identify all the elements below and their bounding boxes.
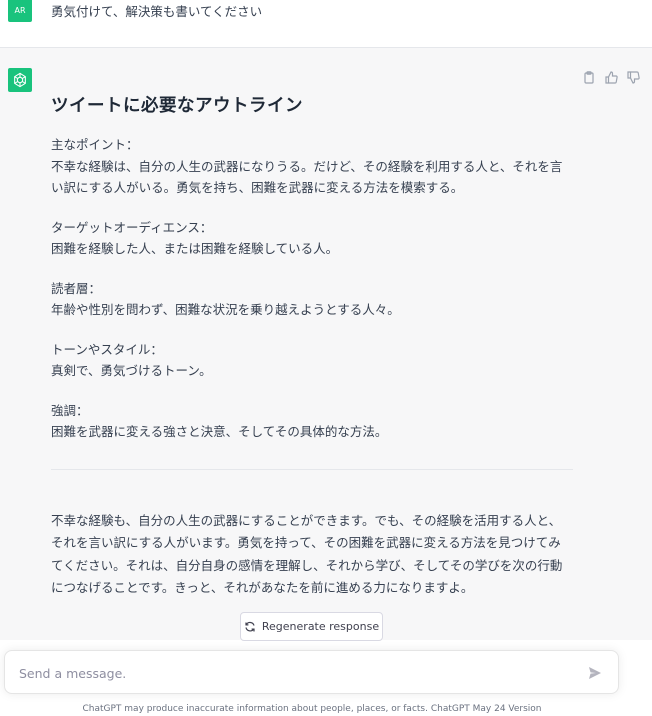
openai-logo-icon	[8, 68, 32, 92]
closing-paragraph: 不幸な経験も、自分の人生の武器にすることができます。でも、その経験を活用する人と…	[51, 512, 563, 596]
section-label: 主なポイント：	[51, 137, 139, 152]
message-composer	[4, 650, 619, 694]
section-label: トーンやスタイル：	[51, 341, 163, 357]
section-body: 困難を武器に変える強さと決意、そしてその具体的な方法。	[51, 424, 388, 439]
clipboard-icon[interactable]	[582, 70, 596, 84]
response-heading: ツイートに必要なアウトライン	[51, 96, 303, 116]
send-icon[interactable]	[586, 664, 604, 682]
section-body: 真剣で、勇気づけるトーン。	[51, 363, 212, 378]
regenerate-label: Regenerate response	[261, 620, 380, 633]
outline-section: トーンやスタイル： 真剣で、勇気づけるトーン。	[51, 339, 573, 382]
outline-section: 主なポイント： 不幸な経験は、自分の人生の武器になりうる。だけど、その経験を利用…	[51, 134, 573, 199]
assistant-message: ツイートに必要なアウトライン 主なポイント： 不幸な経験は、自分の人生の武器にな…	[0, 48, 652, 640]
assistant-content: ツイートに必要なアウトライン 主なポイント： 不幸な経験は、自分の人生の武器にな…	[51, 92, 573, 600]
thumbs-up-icon[interactable]	[604, 70, 618, 84]
message-input[interactable]	[19, 663, 579, 683]
section-body: 不幸な経験は、自分の人生の武器になりうる。だけど、その経験を利用する人と、それを…	[51, 158, 563, 196]
section-label: 強調：	[51, 402, 89, 418]
divider	[51, 468, 573, 470]
regenerate-button[interactable]: Regenerate response	[240, 612, 383, 641]
message-actions	[582, 70, 640, 84]
refresh-icon	[244, 621, 256, 633]
user-avatar: AR	[8, 0, 32, 22]
thumbs-down-icon[interactable]	[626, 70, 640, 84]
user-message: AR 勇気付けて、解決策も書いてください	[0, 0, 652, 48]
section-body: 年齢や性別を問わず、困難な状況を乗り越えようとする人々。	[51, 302, 400, 317]
user-message-text: 勇気付けて、解決策も書いてください	[51, 4, 263, 19]
section-label: 読者層：	[51, 280, 102, 296]
outline-section: ターゲットオーディエンス： 困難を経験した人、または困難を経験している人。	[51, 217, 573, 260]
section-label: ターゲットオーディエンス：	[51, 219, 213, 235]
outline-section: 強調： 困難を武器に変える強さと決意、そしてその具体的な方法。	[51, 400, 573, 443]
outline-section: 読者層： 年齢や性別を問わず、困難な状況を乗り越えようとする人々。	[51, 278, 573, 321]
disclaimer-footer: ChatGPT may produce inaccurate informati…	[82, 704, 542, 714]
section-body: 困難を経験した人、または困難を経験している人。	[51, 241, 339, 256]
